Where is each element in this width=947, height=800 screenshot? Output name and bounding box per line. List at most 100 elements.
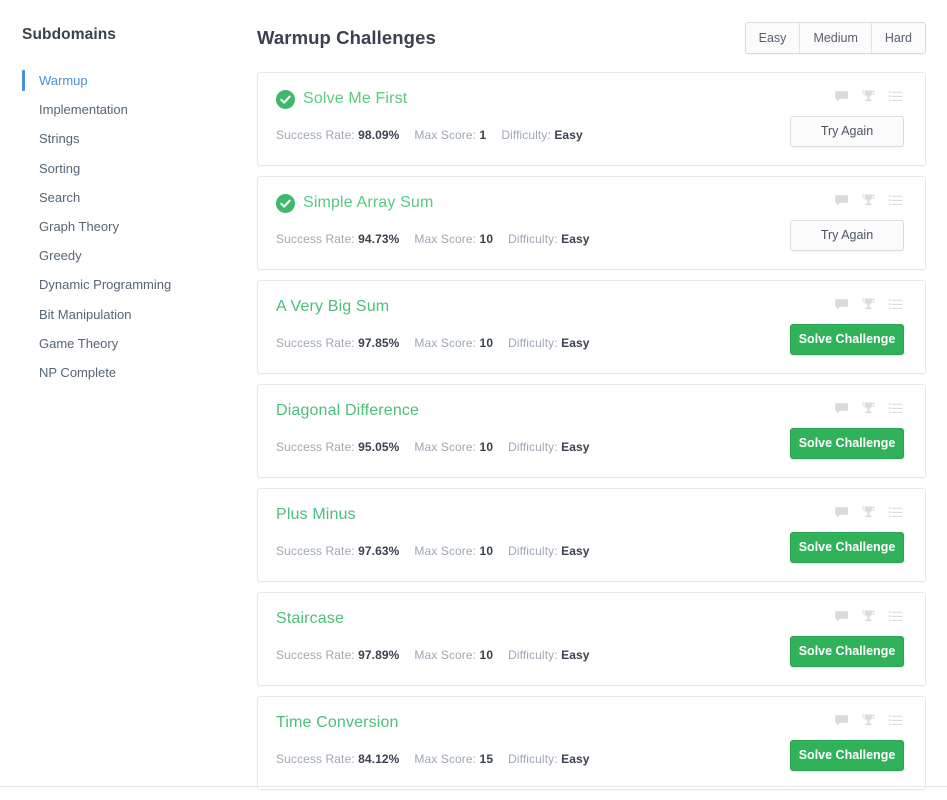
discussions-icon[interactable] [834,713,849,728]
discussions-icon[interactable] [834,89,849,104]
success-rate-group: Success Rate: 84.12% [276,752,399,766]
max-score-group: Max Score: 15 [414,752,493,766]
challenge-meta: Success Rate: 95.05% Max Score: 10 Difficu… [276,440,590,454]
subdomain-list: Warmup Implementation Strings Sorting Search… [22,66,250,387]
challenge-card-icons [834,297,903,312]
leaderboard-icon[interactable] [861,193,876,208]
success-rate-group: Success Rate: 97.63% [276,544,399,558]
sidebar-item-label: Graph Theory [39,218,119,234]
challenge-title-link[interactable]: Solve Me First [303,90,407,108]
leaderboard-icon[interactable] [861,505,876,520]
sidebar-item-label: Greedy [39,248,82,264]
challenge-title-link[interactable]: Diagonal Difference [276,402,419,420]
challenge-card-icons [834,401,903,416]
max-score-label: Max Score: [414,128,477,142]
discussions-icon[interactable] [834,609,849,624]
challenge-meta: Success Rate: 98.09% Max Score: 1 Difficul… [276,128,583,142]
solve-challenge-button[interactable]: Solve Challenge [790,740,904,771]
sidebar-item-sorting[interactable]: Sorting [22,154,250,183]
solved-check-icon [276,89,295,109]
challenge-meta: Success Rate: 97.89% Max Score: 10 Difficu… [276,648,590,662]
success-rate-value: 97.63% [358,544,400,558]
leaderboard-icon[interactable] [861,89,876,104]
max-score-label: Max Score: [414,336,477,350]
difficulty-label: Difficulty: [508,232,558,246]
challenge-card-icons [834,89,903,104]
submissions-icon[interactable] [888,89,903,104]
sidebar-item-bit-manipulation[interactable]: Bit Manipulation [22,300,250,329]
success-rate-value: 97.89% [358,648,400,662]
sidebar-item-label: Game Theory [39,335,119,351]
sidebar-item-dynamic-programming[interactable]: Dynamic Programming [22,270,250,299]
sidebar-item-label: NP Complete [39,364,117,380]
challenge-title-link[interactable]: Staircase [276,610,344,628]
max-score-label: Max Score: [414,544,477,558]
sidebar-item-label: Implementation [39,102,128,118]
difficulty-group: Difficulty: Easy [501,128,582,142]
solve-challenge-button[interactable]: Solve Challenge [790,324,904,355]
sidebar-item-strings[interactable]: Strings [22,124,250,153]
difficulty-group: Difficulty: Easy [508,648,589,662]
sidebar-item-warmup[interactable]: Warmup [22,66,250,95]
difficulty-filter-medium[interactable]: Medium [799,23,871,53]
difficulty-value: Easy [561,336,590,350]
challenge-name-row: Plus Minus [276,504,356,526]
success-rate-value: 84.12% [358,752,400,766]
challenge-card: Plus Minus Success Rate: 97.63% Max Score:… [257,488,926,582]
success-rate-label: Success Rate: [276,544,355,558]
challenge-title-link[interactable]: Time Conversion [276,714,399,732]
difficulty-group: Difficulty: Easy [508,336,589,350]
solve-challenge-button[interactable]: Solve Challenge [790,532,904,563]
submissions-icon[interactable] [888,401,903,416]
difficulty-filter-easy[interactable]: Easy [745,23,800,53]
submissions-icon[interactable] [888,713,903,728]
page-title: Warmup Challenges [257,27,436,48]
difficulty-label: Difficulty: [508,440,558,454]
challenge-title-link[interactable]: Simple Array Sum [303,194,433,212]
discussions-icon[interactable] [834,505,849,520]
success-rate-group: Success Rate: 97.89% [276,648,399,662]
success-rate-group: Success Rate: 94.73% [276,232,399,246]
difficulty-group: Difficulty: Easy [508,544,589,558]
submissions-icon[interactable] [888,609,903,624]
solve-challenge-button[interactable]: Solve Challenge [790,636,904,667]
leaderboard-icon[interactable] [861,401,876,416]
success-rate-group: Success Rate: 98.09% [276,128,399,142]
try-again-button[interactable]: Try Again [790,220,904,251]
leaderboard-icon[interactable] [861,609,876,624]
difficulty-value: Easy [561,544,590,558]
discussions-icon[interactable] [834,297,849,312]
sidebar-item-game-theory[interactable]: Game Theory [22,329,250,358]
max-score-group: Max Score: 10 [414,648,493,662]
submissions-icon[interactable] [888,297,903,312]
leaderboard-icon[interactable] [861,297,876,312]
sidebar-item-graph-theory[interactable]: Graph Theory [22,212,250,241]
sidebar-item-search[interactable]: Search [22,183,250,212]
challenge-card-icons [834,609,903,624]
challenge-card: Solve Me First Success Rate: 98.09% Max Sc… [257,72,926,166]
max-score-label: Max Score: [414,232,477,246]
discussions-icon[interactable] [834,401,849,416]
try-again-button[interactable]: Try Again [790,116,904,147]
max-score-group: Max Score: 10 [414,232,493,246]
discussions-icon[interactable] [834,193,849,208]
main-content: Warmup Challenges Easy Medium Hard Solve M… [250,0,947,800]
max-score-group: Max Score: 10 [414,440,493,454]
max-score-label: Max Score: [414,440,477,454]
difficulty-label: Difficulty: [508,336,558,350]
submissions-icon[interactable] [888,505,903,520]
challenge-title-link[interactable]: Plus Minus [276,506,356,524]
challenge-card: Time Conversion Success Rate: 84.12% Max S… [257,696,926,790]
challenge-name-row: Solve Me First [276,88,407,110]
sidebar-item-np-complete[interactable]: NP Complete [22,358,250,387]
solve-challenge-button[interactable]: Solve Challenge [790,428,904,459]
difficulty-filter-hard[interactable]: Hard [870,23,925,53]
difficulty-value: Easy [561,440,590,454]
sidebar-item-greedy[interactable]: Greedy [22,241,250,270]
success-rate-label: Success Rate: [276,128,355,142]
submissions-icon[interactable] [888,193,903,208]
sidebar-item-implementation[interactable]: Implementation [22,95,250,124]
leaderboard-icon[interactable] [861,713,876,728]
max-score-value: 1 [479,128,487,142]
challenge-title-link[interactable]: A Very Big Sum [276,298,389,316]
